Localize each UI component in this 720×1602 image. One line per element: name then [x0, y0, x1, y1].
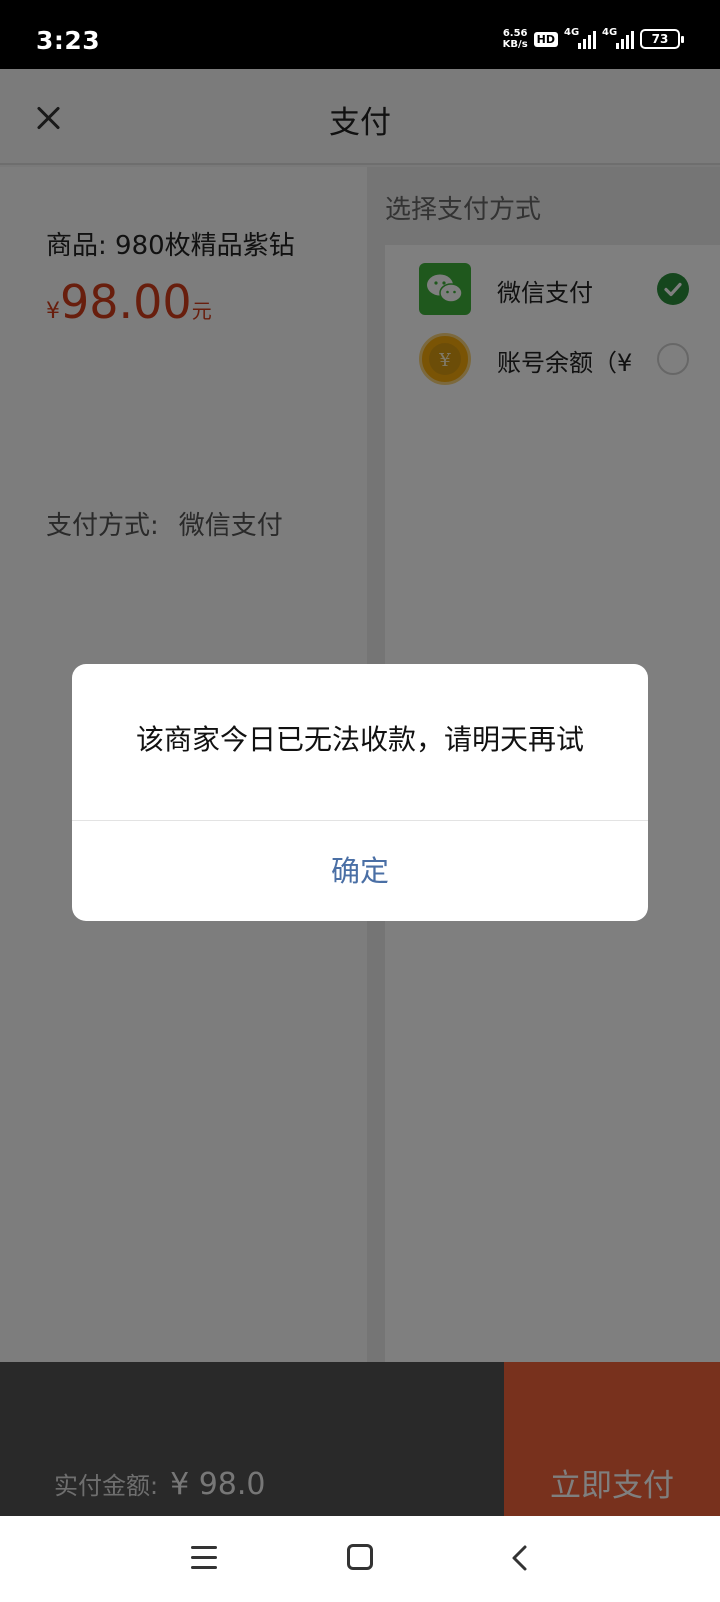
status-time: 3:23	[36, 26, 101, 55]
hd-icon: HD	[533, 31, 558, 47]
signal-label: 4G	[602, 27, 618, 38]
signal-icon: 4G	[564, 27, 596, 49]
signal-icon: 4G	[602, 27, 634, 49]
system-nav-bar	[0, 1516, 720, 1602]
home-icon[interactable]	[347, 1544, 373, 1570]
confirm-button[interactable]: 确定	[72, 821, 648, 921]
confirm-label: 确定	[330, 854, 389, 888]
battery-level: 73	[651, 32, 669, 46]
dialog-message: 该商家今日已无法收款，请明天再试	[135, 723, 584, 756]
signal-label: 4G	[564, 27, 580, 38]
status-bar: 3:23 6.56 KB/s HD 4G 4G 73	[0, 0, 720, 69]
alert-dialog: 该商家今日已无法收款，请明天再试 确定	[72, 664, 648, 921]
status-indicators: 6.56 KB/s HD 4G 4G 73	[503, 27, 684, 50]
menu-icon[interactable]	[191, 1546, 217, 1570]
network-speed-unit: KB/s	[502, 39, 528, 50]
battery-icon: 73	[640, 29, 684, 49]
network-speed-value: 6.56	[502, 28, 528, 39]
network-speed: 6.56 KB/s	[503, 28, 528, 50]
back-icon[interactable]	[506, 1543, 536, 1573]
